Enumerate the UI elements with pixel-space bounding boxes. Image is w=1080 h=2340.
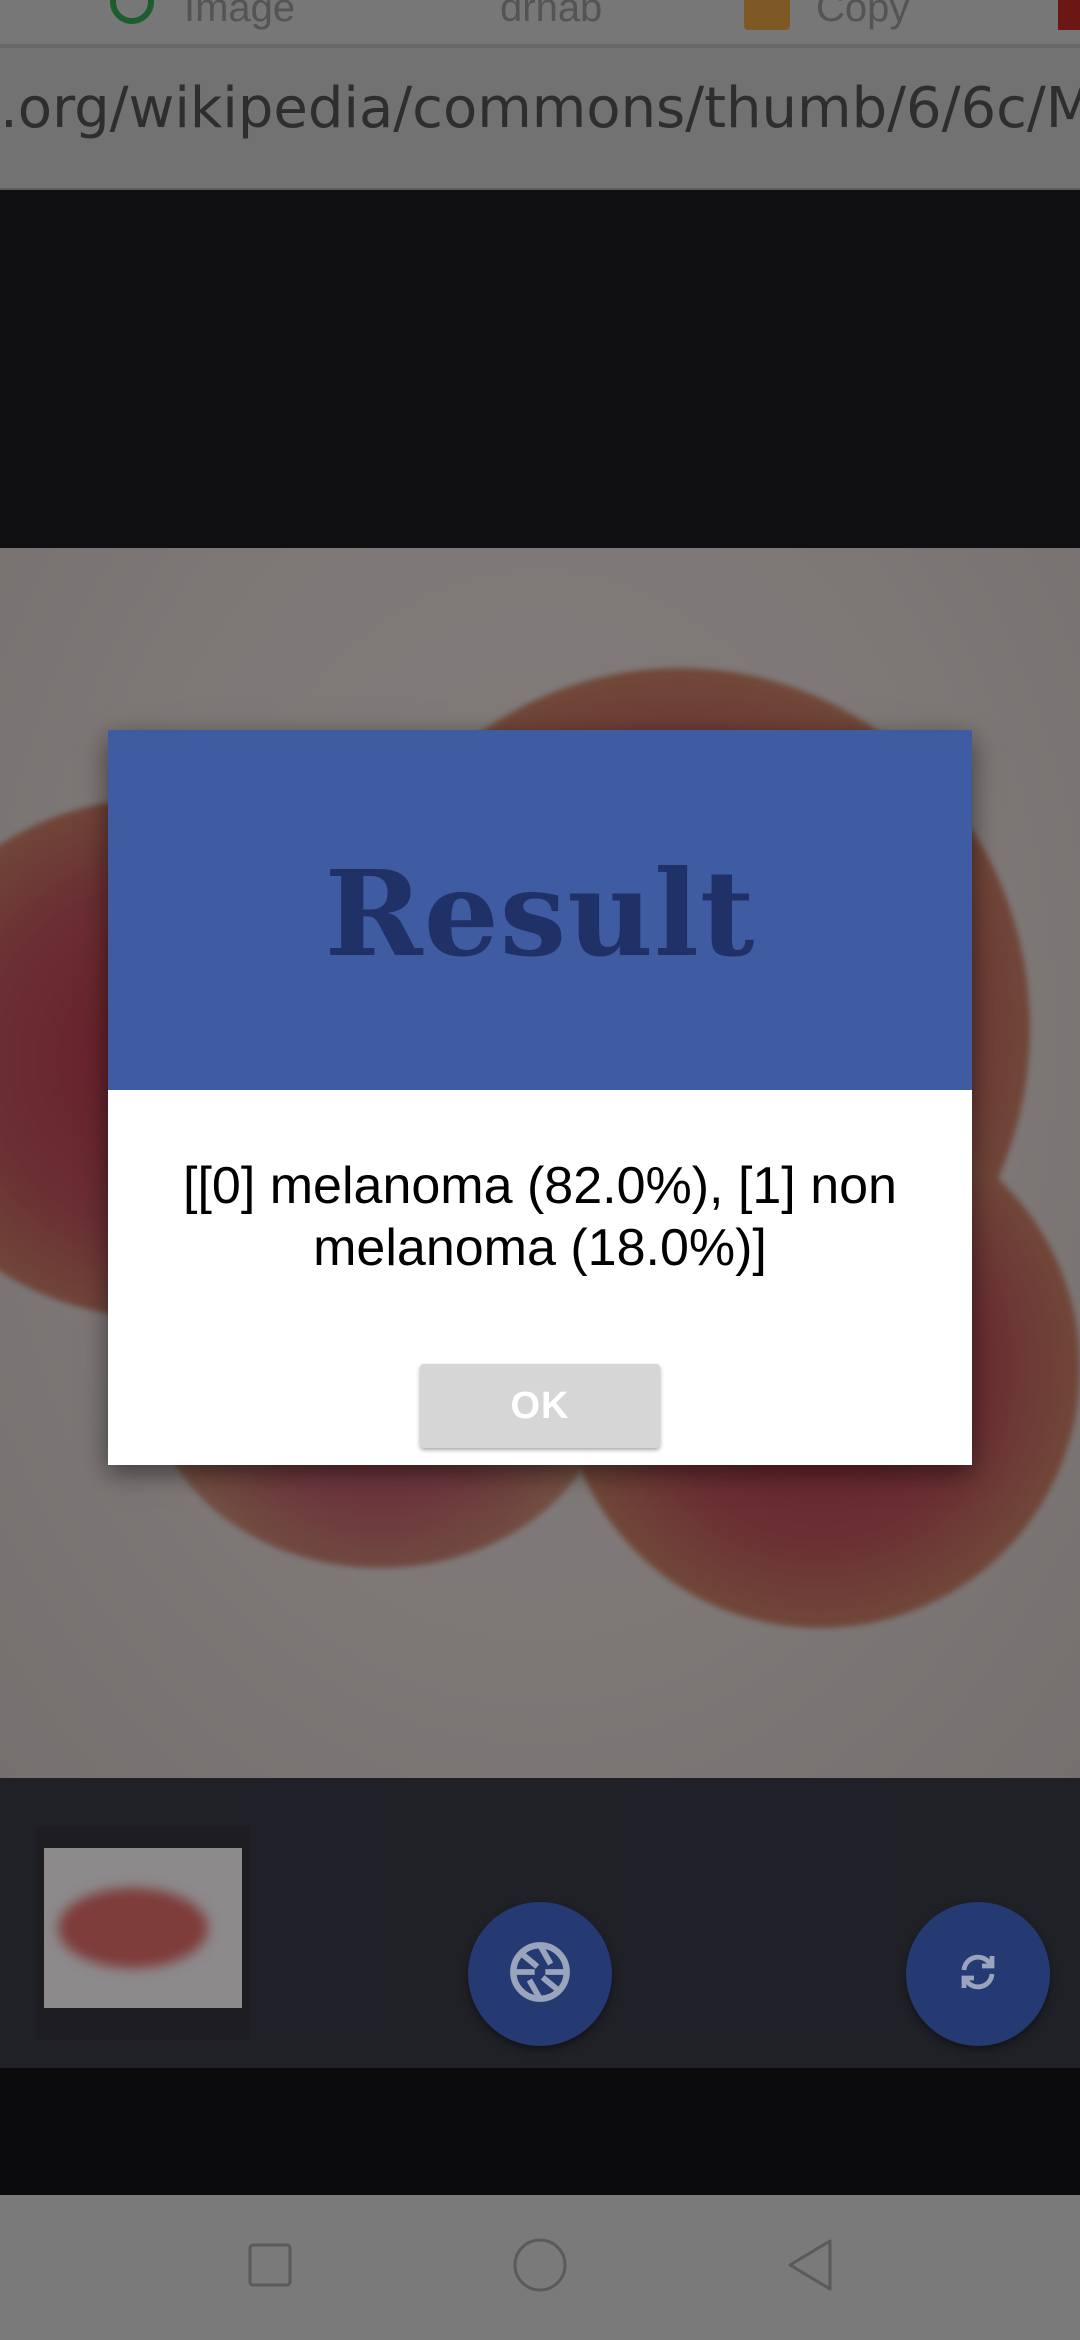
back-triangle-icon xyxy=(784,2237,836,2298)
camera-shutter-icon xyxy=(508,1940,572,2009)
home-button[interactable] xyxy=(460,2195,620,2340)
recents-square-icon xyxy=(246,2241,294,2294)
dialog-message: [[0] melanoma (82.0%), [1] non melanoma … xyxy=(183,1157,897,1277)
last-capture-thumbnail[interactable] xyxy=(36,1826,250,2040)
dialog-title: Result xyxy=(324,843,756,983)
capture-button[interactable] xyxy=(468,1902,612,2046)
switch-camera-button[interactable] xyxy=(906,1902,1050,2046)
system-navigation-bar xyxy=(0,2195,1080,2340)
switch-camera-icon xyxy=(954,1948,1002,2001)
dialog-header: Result xyxy=(108,730,972,1090)
ok-button[interactable]: OK xyxy=(420,1364,660,1448)
recents-button[interactable] xyxy=(190,2195,350,2340)
back-button[interactable] xyxy=(730,2195,890,2340)
result-dialog: Result [[0] melanoma (82.0%), [1] non me… xyxy=(108,730,972,1465)
home-circle-icon xyxy=(512,2237,568,2298)
